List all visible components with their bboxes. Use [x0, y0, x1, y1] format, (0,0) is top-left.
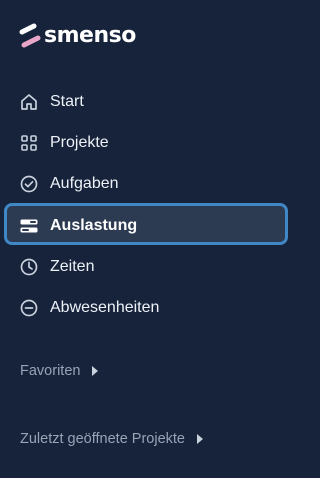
caret-right-icon: [92, 366, 99, 376]
nav-item-label: Zeiten: [50, 258, 95, 275]
minus-circle-icon: [19, 298, 39, 318]
nav-item-zeiten[interactable]: Zeiten: [0, 247, 297, 287]
sidebar: smenso Start Projekte Aufgaben Auslastun…: [0, 0, 297, 478]
nav-item-label: Abwesenheiten: [50, 299, 160, 316]
nav-item-start[interactable]: Start: [0, 82, 297, 122]
brand-logo[interactable]: smenso: [18, 20, 136, 52]
favorites-section-toggle[interactable]: Favoriten: [20, 363, 99, 379]
favorites-label: Favoriten: [20, 363, 81, 379]
nav-item-label: Start: [50, 93, 84, 110]
nav-item-label: Projekte: [50, 134, 109, 151]
clock-icon: [19, 257, 39, 277]
nav-item-auslastung[interactable]: Auslastung: [0, 203, 297, 246]
check-circle-icon: [19, 174, 39, 194]
grid-icon: [19, 133, 39, 153]
nav-item-abwesenheiten[interactable]: Abwesenheiten: [0, 288, 297, 328]
home-icon: [19, 92, 39, 112]
workload-icon: [19, 216, 39, 236]
nav-item-aufgaben[interactable]: Aufgaben: [0, 164, 297, 204]
recent-projects-label: Zuletzt geöffnete Projekte: [20, 431, 185, 447]
nav-item-label: Auslastung: [50, 217, 138, 234]
brand-name: smenso: [44, 22, 136, 48]
logo-mark-icon: [19, 23, 41, 48]
nav-item-projekte[interactable]: Projekte: [0, 123, 297, 163]
nav-item-label: Aufgaben: [50, 175, 119, 192]
active-highlight: [4, 203, 288, 245]
caret-right-icon: [196, 434, 203, 444]
recent-projects-section-toggle[interactable]: Zuletzt geöffnete Projekte: [20, 431, 203, 447]
